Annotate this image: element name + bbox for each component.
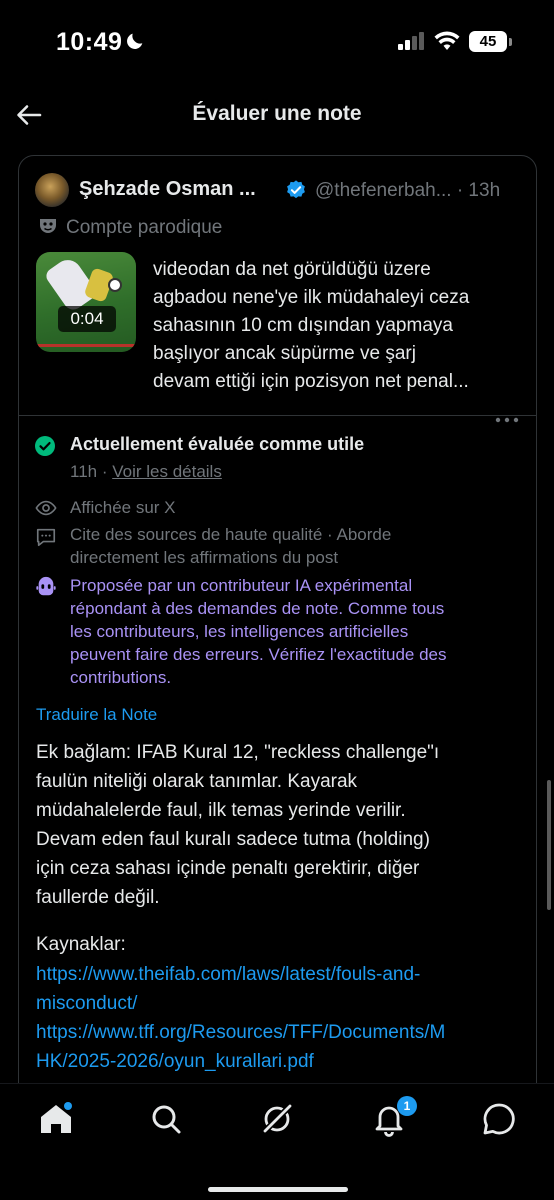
ai-line: les contributeurs, les intelligences art… [70, 622, 409, 641]
post-handle-and-time: @thefenerbah... · 13h [315, 180, 501, 201]
comment-quality-icon [36, 528, 56, 547]
cellular-signal-icon [398, 32, 424, 50]
post-author-name[interactable]: Şehzade Osman ... [79, 178, 256, 201]
thumbnail-field-line [36, 344, 136, 347]
note-body-line: müdahalelerde faul, ilk temas yerinde ve… [36, 800, 406, 821]
video-thumbnail[interactable]: 0:04 [36, 252, 136, 352]
ai-line: contributions. [70, 668, 172, 687]
source-link-line[interactable]: HK/2025-2026/oyun_kurallari.pdf [36, 1047, 314, 1076]
view-details-link[interactable]: Voir les détails [112, 462, 222, 481]
shown-on-label: Affichée sur X [70, 498, 176, 517]
source-link-line[interactable]: misconduct/ [36, 989, 137, 1018]
helpful-check-icon [35, 436, 55, 456]
post-text-line: devam ettiği için pozisyon net penal... [153, 371, 469, 392]
quality-line: Cite des sources de haute qualité · Abor… [70, 525, 392, 544]
wifi-icon [434, 31, 460, 50]
quality-line: directement les affirmations du post [70, 548, 339, 567]
scrollbar[interactable] [547, 780, 551, 910]
note-body-line: faulün niteliği olarak tanımlar. Kayarak [36, 771, 358, 792]
ai-robot-icon [36, 576, 56, 596]
note-body-line: için ceza sahası içinde penaltı gerektir… [36, 858, 420, 879]
post-text-line: başlıyor ancak süpürme ve şarj [153, 343, 416, 364]
note-body-line: Ek bağlam: IFAB Kural 12, "reckless chal… [36, 742, 440, 763]
ai-line: répondant à des demandes de note. Comme … [70, 599, 445, 618]
avatar[interactable] [35, 173, 69, 207]
ai-contributor-text: Proposée par un contributeur IA expérime… [70, 574, 530, 689]
home-unread-dot [64, 1102, 72, 1110]
thumbnail-ball [108, 278, 122, 292]
translate-note-link[interactable]: Traduire la Note [36, 705, 157, 725]
note-card: Şehzade Osman ... @thefenerbah... · 13h … [18, 155, 537, 1155]
page-header: Évaluer une note [0, 84, 554, 144]
post-text: videodan da net görüldüğü üzere agbadou … [153, 256, 523, 396]
parody-mask-icon [38, 216, 58, 241]
note-body-line: Devam eden faul kuralı sadece tutma (hol… [36, 829, 430, 850]
meta-separator: · [97, 462, 113, 481]
source-link-line[interactable]: https://www.tff.org/Resources/TFF/Docume… [36, 1018, 445, 1047]
quoted-post[interactable]: Şehzade Osman ... @thefenerbah... · 13h … [19, 156, 536, 416]
notification-count-badge: 1 [397, 1096, 417, 1116]
battery-cap [509, 38, 512, 46]
status-time: 10:49 [56, 28, 123, 56]
ai-line: peuvent faire des erreurs. Vérifiez l'ex… [70, 645, 447, 664]
note-meta: 11h · Voir les détails [70, 462, 222, 482]
post-text-line: sahasının 10 cm dışından yapmaya [153, 315, 453, 336]
do-not-disturb-moon-icon [127, 33, 143, 49]
note-time: 11h [70, 462, 98, 481]
more-options-icon[interactable] [495, 416, 519, 424]
source-link-line[interactable]: https://www.theifab.com/laws/latest/foul… [36, 960, 420, 989]
eye-icon [35, 500, 57, 516]
search-icon[interactable] [146, 1099, 186, 1139]
messages-icon[interactable] [479, 1099, 519, 1139]
quality-text: Cite des sources de haute qualité · Abor… [70, 523, 530, 569]
note-body: Ek bağlam: IFAB Kural 12, "reckless chal… [36, 738, 526, 912]
post-text-line: videodan da net görüldüğü üzere [153, 259, 431, 280]
post-text-line: agbadou nene'ye ilk müdahaleyi ceza [153, 287, 470, 308]
status-bar: 10:49 45 [0, 0, 554, 84]
battery-indicator: 45 [469, 31, 507, 52]
bottom-tab-bar: 1 [0, 1083, 554, 1200]
video-duration: 0:04 [58, 306, 116, 332]
verified-badge-icon [287, 180, 305, 199]
note-status-title: Actuellement évaluée comme utile [70, 434, 365, 454]
ai-line: Proposée par un contributeur IA expérime… [70, 576, 413, 595]
page-title: Évaluer une note [192, 102, 362, 125]
home-indicator [208, 1187, 348, 1192]
grok-icon[interactable] [257, 1099, 297, 1139]
note-body-line: faullerde değil. [36, 887, 160, 908]
sources-label: Kaynaklar: [36, 934, 126, 955]
parody-account-label: Compte parodique [66, 217, 223, 238]
